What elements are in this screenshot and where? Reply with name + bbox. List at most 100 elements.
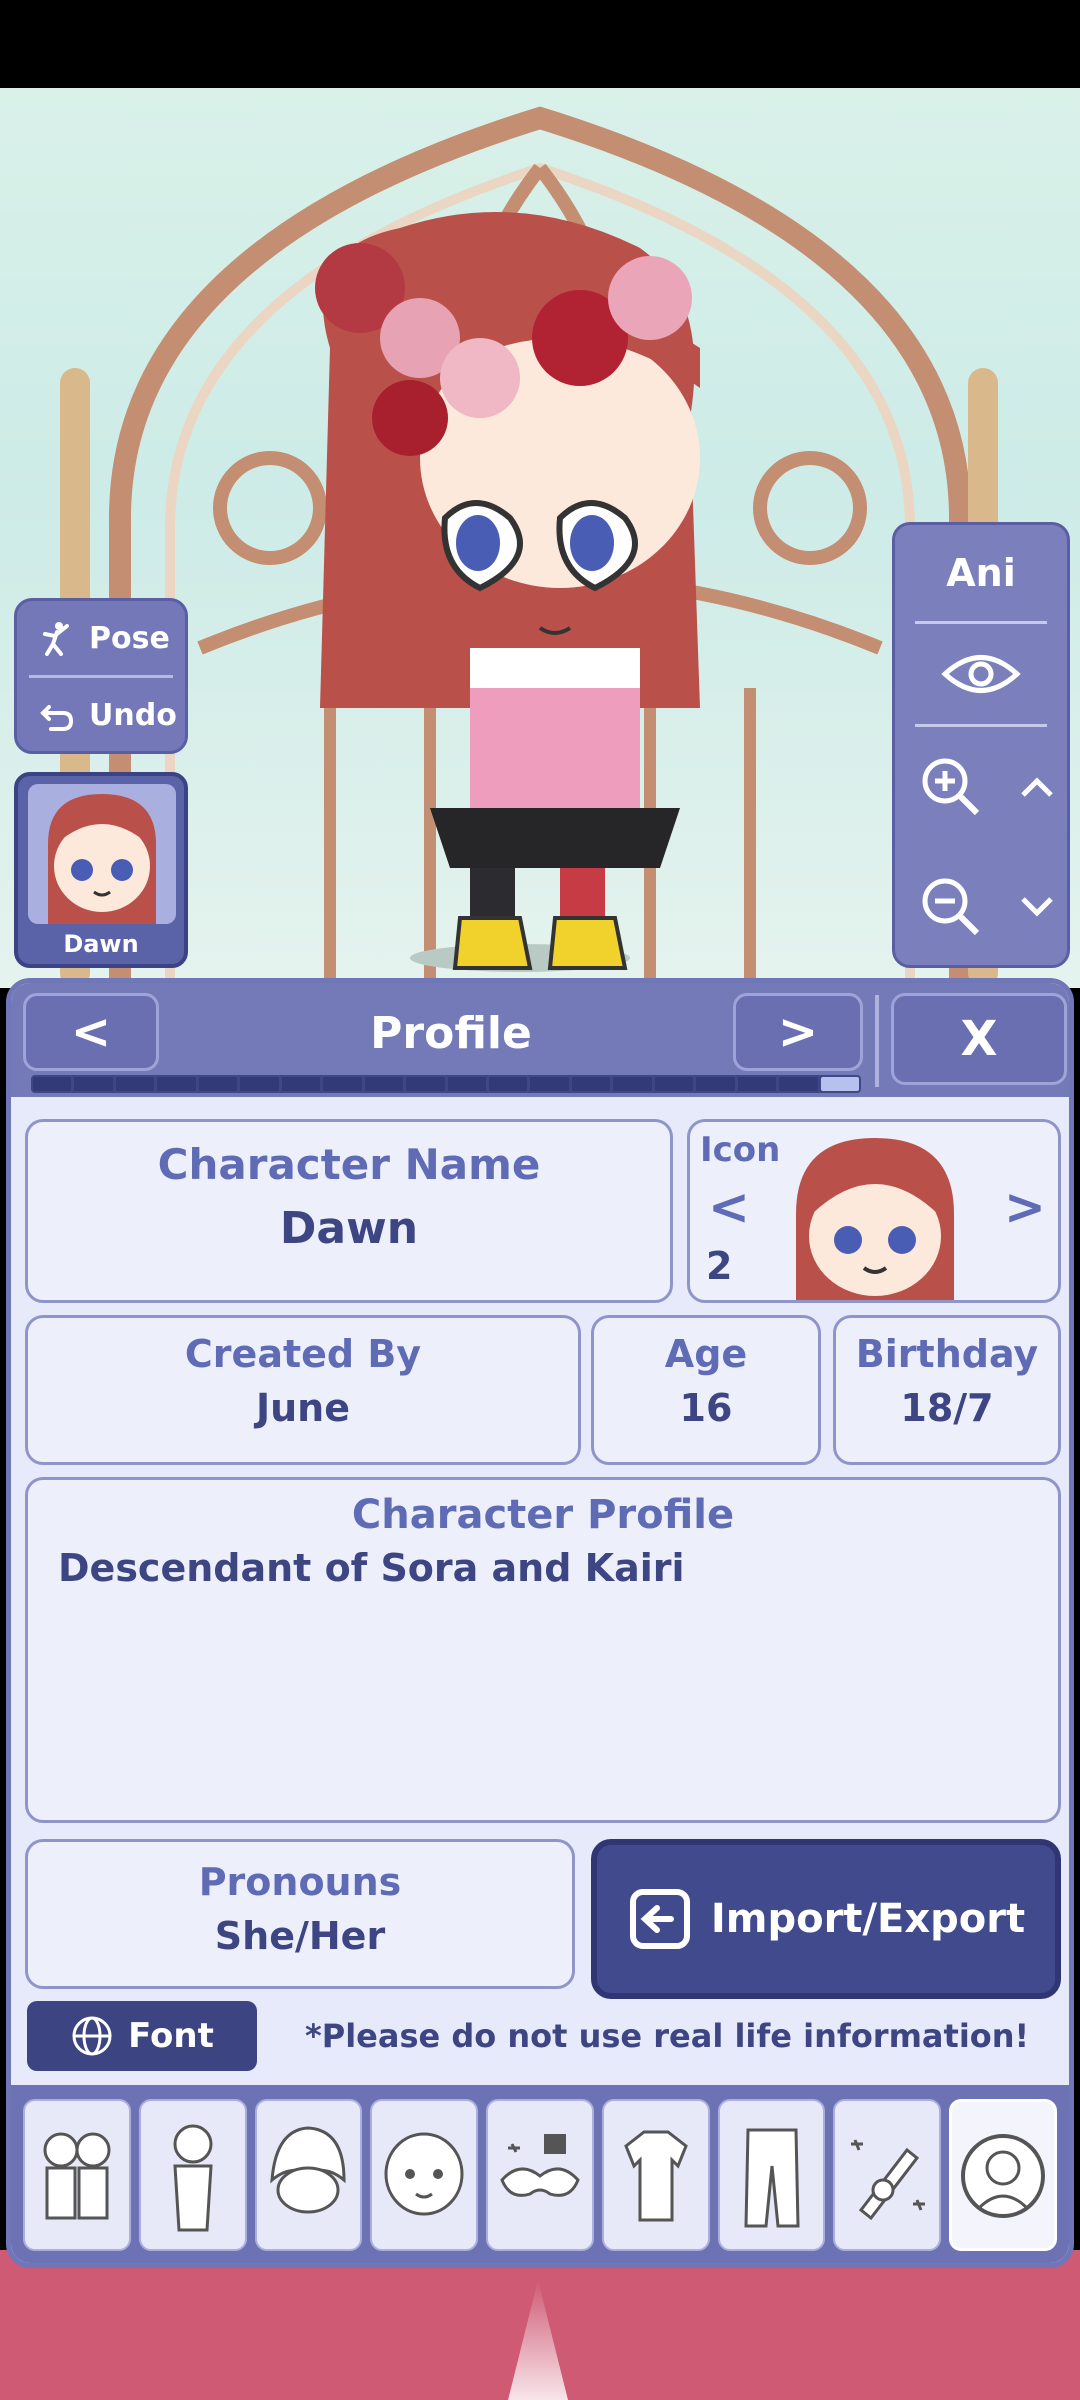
import-export-label: Import/Export (710, 1896, 1026, 1942)
character-name-field[interactable]: Character Name Dawn (25, 1119, 673, 1303)
icon-selector: Icon < 2 > (687, 1119, 1061, 1303)
zoom-out-button[interactable] (895, 875, 1007, 939)
chevron-down-icon (1021, 897, 1053, 917)
birthday-label: Birthday (855, 1332, 1039, 1376)
character-profile-field[interactable]: Character Profile Descendant of Sora and… (25, 1477, 1061, 1823)
birthday-value: 18/7 (900, 1386, 994, 1430)
tab-body[interactable] (138, 2099, 247, 2251)
tab-bottom-clothing[interactable] (717, 2099, 826, 2251)
pronouns-label: Pronouns (198, 1860, 402, 1904)
character-profile-text: Descendant of Sora and Kairi (58, 1546, 685, 1590)
character-slot-name: Dawn (63, 930, 139, 958)
character-slot-card[interactable]: Dawn (14, 772, 188, 968)
icon-index: 2 (706, 1244, 733, 1288)
chevron-up-icon (1021, 777, 1053, 797)
page-progress-bar (31, 1075, 861, 1093)
progress-segment (820, 1077, 860, 1091)
top-clothing-icon (623, 2130, 688, 2222)
tab-group-characters[interactable] (23, 2099, 131, 2251)
progress-segment (74, 1077, 113, 1091)
tab-profile[interactable] (949, 2099, 1058, 2251)
progress-segment (530, 1077, 569, 1091)
move-down-button[interactable] (1007, 895, 1067, 919)
move-up-button[interactable] (1007, 775, 1067, 799)
next-page-button[interactable]: > (733, 993, 863, 1071)
panel-header: < Profile > X (11, 983, 1069, 1097)
progress-segment (198, 1077, 238, 1091)
undo-arrow-icon (37, 695, 77, 735)
progress-segment (696, 1077, 735, 1091)
progress-segment (613, 1077, 652, 1091)
import-export-icon (629, 1889, 690, 1949)
character-portrait (28, 784, 176, 924)
progress-segment (447, 1077, 486, 1091)
character-figure (315, 212, 700, 972)
pose-label: Pose (89, 620, 170, 656)
progress-segment (571, 1077, 611, 1091)
tab-face[interactable] (370, 2099, 479, 2251)
font-button[interactable]: Font (27, 2001, 257, 2071)
character-profile-label: Character Profile (351, 1492, 735, 1538)
status-bar (0, 0, 1080, 88)
group-characters-icon (43, 2132, 111, 2220)
age-label: Age (664, 1332, 748, 1376)
pose-button[interactable]: Pose (17, 601, 185, 675)
progress-segment (779, 1077, 818, 1091)
progress-segment (737, 1077, 777, 1091)
icon-next-button[interactable]: > (1004, 1178, 1046, 1236)
pose-undo-panel: Pose Undo (14, 598, 188, 754)
category-tab-bar (11, 2085, 1069, 2263)
pronouns-value: She/Her (214, 1914, 386, 1958)
pronouns-field[interactable]: Pronouns She/Her (25, 1839, 575, 1989)
divider (875, 995, 879, 1087)
pose-figure-icon (37, 618, 77, 658)
profile-icon (961, 2134, 1046, 2218)
progress-segment (33, 1077, 72, 1091)
character-name-value: Dawn (279, 1203, 419, 1254)
age-field[interactable]: Age 16 (591, 1315, 821, 1465)
globe-icon (72, 2016, 112, 2056)
hair-icon (270, 2126, 346, 2214)
panel-title: Profile (370, 1007, 532, 1059)
close-button[interactable]: X (891, 993, 1067, 1085)
progress-segment (323, 1077, 362, 1091)
icon-label: Icon (700, 1130, 781, 1170)
zoom-in-button[interactable] (895, 755, 1007, 819)
ani-button[interactable]: Ani (895, 525, 1067, 621)
privacy-note: *Please do not use real life information… (305, 2017, 1030, 2055)
created-by-value: June (255, 1386, 351, 1430)
character-name-label: Character Name (157, 1140, 541, 1189)
body-icon (173, 2124, 213, 2232)
progress-segment (115, 1077, 155, 1091)
undo-label: Undo (89, 697, 177, 733)
zoom-out-icon (922, 878, 980, 936)
progress-segment (488, 1077, 528, 1091)
created-by-label: Created By (184, 1332, 422, 1376)
accessory-mask-icon (500, 2134, 580, 2197)
progress-segment (406, 1077, 445, 1091)
icon-preview (790, 1134, 960, 1304)
weapon-icon (851, 2139, 926, 2221)
progress-segment (157, 1077, 196, 1091)
zoom-in-icon (922, 758, 980, 816)
birthday-field[interactable]: Birthday 18/7 (833, 1315, 1061, 1465)
undo-button[interactable]: Undo (17, 678, 185, 752)
font-label: Font (128, 2016, 214, 2056)
progress-segment (654, 1077, 694, 1091)
face-icon (384, 2132, 464, 2216)
age-value: 16 (679, 1386, 733, 1430)
visibility-button[interactable] (895, 624, 1067, 724)
tab-weapon[interactable] (833, 2099, 942, 2251)
bottom-clothing-icon (744, 2128, 800, 2228)
tab-hair[interactable] (254, 2099, 363, 2251)
progress-segment (240, 1077, 279, 1091)
tab-top-clothing[interactable] (601, 2099, 710, 2251)
import-export-button[interactable]: Import/Export (591, 1839, 1061, 1999)
tab-accessory-mask[interactable] (486, 2099, 594, 2251)
icon-prev-button[interactable]: < (708, 1178, 750, 1236)
eye-icon (941, 655, 1021, 693)
profile-panel: < Profile > X Character Name Dawn Icon <… (6, 978, 1074, 2268)
previous-page-button[interactable]: < (23, 993, 159, 1071)
progress-segment (364, 1077, 404, 1091)
created-by-field[interactable]: Created By June (25, 1315, 581, 1465)
